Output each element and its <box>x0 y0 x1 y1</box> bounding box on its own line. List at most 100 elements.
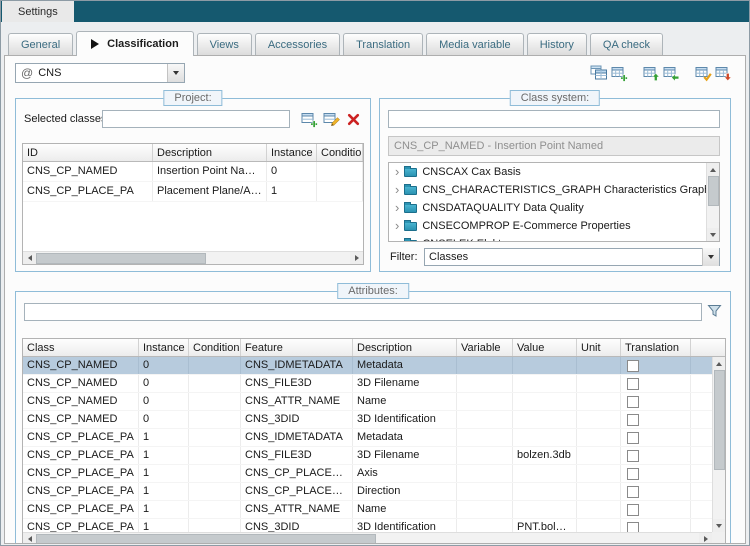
project-column-header[interactable]: ID <box>23 144 153 161</box>
project-cell-condition <box>317 162 363 181</box>
attributes-column-header[interactable]: Translation <box>621 339 691 356</box>
attributes-column-header[interactable]: Variable <box>457 339 513 356</box>
scroll-right-button[interactable] <box>699 533 712 545</box>
tab-translation[interactable]: Translation <box>343 33 423 55</box>
translation-checkbox[interactable] <box>627 522 639 533</box>
attribute-cell-condition <box>189 411 241 428</box>
scroll-thumb[interactable] <box>36 253 206 264</box>
attributes-column-header[interactable]: Value <box>513 339 577 356</box>
import-class-button[interactable] <box>641 63 661 83</box>
attributes-column-header[interactable]: Class <box>23 339 139 356</box>
check-table-button[interactable] <box>693 63 713 83</box>
attribute-cell-feature: CNS_CP_PLACE_AXI... <box>241 483 353 500</box>
translation-checkbox[interactable] <box>627 360 639 372</box>
tab-general[interactable]: General <box>8 33 73 55</box>
filter-button[interactable] <box>705 302 723 320</box>
folder-icon <box>404 204 417 213</box>
project-column-header[interactable]: Condition <box>317 144 363 161</box>
attribute-row[interactable]: CNS_CP_PLACE_PA1CNS_FILE3D3D Filenamebol… <box>23 447 712 465</box>
project-hscrollbar[interactable] <box>23 251 363 264</box>
remove-class-button[interactable] <box>344 110 362 128</box>
translation-checkbox[interactable] <box>627 378 639 390</box>
scroll-right-button[interactable] <box>350 252 363 265</box>
expand-chevron-icon[interactable]: › <box>395 236 399 243</box>
class-system-search-input[interactable] <box>388 110 720 128</box>
tab-accessories[interactable]: Accessories <box>255 33 340 55</box>
attributes-column-header[interactable]: Feature <box>241 339 353 356</box>
scroll-up-button[interactable] <box>713 357 726 370</box>
selected-classes-input[interactable] <box>102 110 290 128</box>
class-tree-label: CNSCAX Cax Basis <box>422 166 520 178</box>
attribute-row[interactable]: CNS_CP_NAMED0CNS_IDMETADATAMetadata <box>23 357 712 375</box>
project-column-header[interactable]: Description <box>153 144 267 161</box>
expand-chevron-icon[interactable]: › <box>395 164 399 179</box>
scroll-up-button[interactable] <box>707 163 720 176</box>
class-tree-item[interactable]: ›CNSDATAQUALITY Data Quality <box>389 199 719 217</box>
expand-chevron-icon[interactable]: › <box>395 182 399 197</box>
translation-checkbox[interactable] <box>627 450 639 462</box>
translation-checkbox[interactable] <box>627 468 639 480</box>
attributes-column-header[interactable]: Condition <box>189 339 241 356</box>
project-table-header: IDDescriptionInstanceCondition <box>23 144 363 162</box>
tab-views[interactable]: Views <box>197 33 252 55</box>
expand-chevron-icon[interactable]: › <box>395 218 399 233</box>
attribute-row[interactable]: CNS_CP_NAMED0CNS_FILE3D3D Filename <box>23 375 712 393</box>
attribute-row[interactable]: CNS_CP_PLACE_PA1CNS_IDMETADATAMetadata <box>23 429 712 447</box>
active-tab-play-icon <box>91 39 99 49</box>
attributes-search-input[interactable] <box>24 303 702 321</box>
scroll-left-button[interactable] <box>23 533 36 545</box>
new-table-button[interactable] <box>609 63 629 83</box>
import-class-icon <box>643 65 660 82</box>
class-tree-item[interactable]: › CNSCAX Cax Basis <box>389 163 719 181</box>
attribute-cell-description: 3D Identification <box>353 519 457 532</box>
scroll-down-button[interactable] <box>707 228 720 241</box>
translation-checkbox[interactable] <box>627 396 639 408</box>
attributes-column-header[interactable]: Unit <box>577 339 621 356</box>
scroll-left-button[interactable] <box>23 252 36 265</box>
filter-combo-dropdown-button[interactable] <box>702 248 719 266</box>
tab-history[interactable]: History <box>527 33 587 55</box>
translation-checkbox[interactable] <box>627 414 639 426</box>
attribute-row[interactable]: CNS_CP_PLACE_PA1CNS_CP_PLACE_AXI...Direc… <box>23 483 712 501</box>
export-table-button[interactable] <box>713 63 733 83</box>
chevron-down-icon <box>173 71 179 75</box>
expand-chevron-icon[interactable]: › <box>395 200 399 215</box>
attribute-cell-feature: CNS_IDMETADATA <box>241 357 353 374</box>
attributes-column-header[interactable]: Instance <box>139 339 189 356</box>
translation-checkbox[interactable] <box>627 486 639 498</box>
context-combo-dropdown-button[interactable] <box>167 64 184 82</box>
add-class-button[interactable] <box>300 110 318 128</box>
attributes-hscrollbar[interactable] <box>23 532 712 544</box>
filter-combo[interactable]: Classes <box>424 248 720 266</box>
scroll-thumb[interactable] <box>708 176 719 206</box>
attribute-row[interactable]: CNS_CP_PLACE_PA1CNS_ATTR_NAMEName <box>23 501 712 519</box>
attribute-row[interactable]: CNS_CP_NAMED0CNS_3DID3D Identification <box>23 411 712 429</box>
attribute-row[interactable]: CNS_CP_NAMED0CNS_ATTR_NAMEName <box>23 393 712 411</box>
tab-label: General <box>21 39 60 51</box>
copy-table-button[interactable] <box>589 63 609 83</box>
scroll-thumb[interactable] <box>714 370 725 470</box>
tab-media-variable[interactable]: Media variable <box>426 33 524 55</box>
class-tree-item[interactable]: ›CNS_CHARACTERISTICS_GRAPH Characteristi… <box>389 181 719 199</box>
class-tree-vscrollbar[interactable] <box>706 163 719 241</box>
project-row[interactable]: CNS_CP_NAMEDInsertion Point Named0 <box>23 162 363 182</box>
translation-checkbox[interactable] <box>627 432 639 444</box>
project-column-header[interactable]: Instance <box>267 144 317 161</box>
class-tree-item[interactable]: ›CNSELEK Elektro <box>389 235 719 242</box>
window-title-tab[interactable]: Settings <box>2 1 74 22</box>
scroll-thumb[interactable] <box>36 534 376 545</box>
translation-checkbox[interactable] <box>627 504 639 516</box>
attribute-cell-unit <box>577 411 621 428</box>
attributes-column-header[interactable]: Description <box>353 339 457 356</box>
class-tree-item[interactable]: ›CNSECOMPROP E-Commerce Properties <box>389 217 719 235</box>
transfer-class-button[interactable] <box>661 63 681 83</box>
tab-qa-check[interactable]: QA check <box>590 33 663 55</box>
edit-class-button[interactable] <box>322 110 340 128</box>
scroll-down-button[interactable] <box>713 519 726 532</box>
project-row[interactable]: CNS_CP_PLACE_PAPlacement Plane/Axis1 <box>23 182 363 202</box>
context-combo[interactable]: @ CNS <box>15 63 185 83</box>
tab-classification[interactable]: Classification <box>76 31 194 56</box>
attribute-row[interactable]: CNS_CP_PLACE_PA1CNS_CP_PLACE_AXI...Axis <box>23 465 712 483</box>
attribute-row[interactable]: CNS_CP_PLACE_PA1CNS_3DID3D Identificatio… <box>23 519 712 532</box>
attributes-vscrollbar[interactable] <box>712 357 725 532</box>
